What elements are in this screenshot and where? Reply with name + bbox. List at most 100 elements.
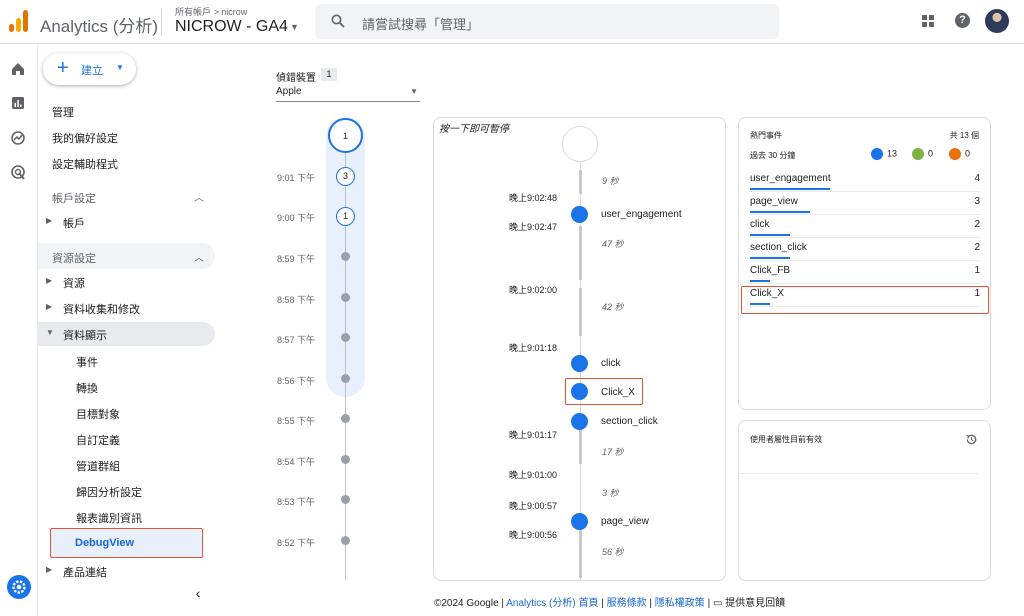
caret-down-icon[interactable]: ▼ <box>290 22 299 32</box>
nav-debugview[interactable]: DebugView <box>50 528 203 558</box>
user-properties-title: 使用者屬性目前有效 <box>750 435 822 444</box>
nav-conversions[interactable]: 轉換 <box>76 380 98 396</box>
property-settings-header[interactable]: 資源設定 ︿ <box>38 243 215 269</box>
top-event-row[interactable]: section_click 2 <box>750 238 980 261</box>
pause-hint: 按一下即可暫停 <box>439 124 509 135</box>
stream-event[interactable]: Click_X <box>601 387 635 398</box>
tree-item-data-collection[interactable]: ▶ 資料收集和修改 <box>38 296 215 320</box>
stream-event[interactable]: page_view <box>601 516 649 527</box>
nav-admin[interactable]: 管理 <box>52 104 74 120</box>
minute-dot[interactable] <box>341 536 350 545</box>
error-tally-value: 0 <box>965 148 971 159</box>
top-event-row[interactable]: click 2 <box>750 215 980 238</box>
nav-audiences[interactable]: 目標對象 <box>76 406 120 422</box>
tree-item-account[interactable]: ▶ 帳戶 <box>38 210 215 234</box>
debug-device-count: 1 <box>321 68 337 81</box>
tree-item-product-links[interactable]: ▶ 產品連結 <box>38 559 215 583</box>
stream-gap-label: 42 秒 <box>602 302 624 312</box>
debug-device-select[interactable]: Apple ▼ <box>276 84 420 102</box>
copyright: ©2024 Google | <box>434 598 507 609</box>
divider <box>739 473 979 474</box>
app-title: Analytics (分析) <box>40 17 159 36</box>
top-events-range: 過去 30 分鐘 <box>750 151 796 160</box>
minute-dot[interactable] <box>341 252 350 261</box>
top-event-row[interactable]: page_view 3 <box>750 192 980 215</box>
nav-channel-groups[interactable]: 管道群組 <box>76 458 120 474</box>
expand-arrow-icon: ▶ <box>46 276 53 285</box>
minute-time: 8:59 下午 <box>277 254 316 264</box>
nav-rail <box>0 45 38 616</box>
admin-sidebar: + 建立 ▼ 管理 我的偏好設定 設定輔助程式 帳戶設定 ︿ ▶ 帳戶 資源設定… <box>38 45 228 616</box>
account-settings-header[interactable]: 帳戶設定 ︿ <box>38 183 215 209</box>
minute-count[interactable]: 1 <box>336 207 355 226</box>
help-icon[interactable]: ? <box>955 13 970 28</box>
avatar[interactable] <box>985 9 1009 33</box>
error-tally: 0 <box>949 148 970 160</box>
event-icon <box>571 513 588 530</box>
minute-dot[interactable] <box>341 414 350 423</box>
debug-device-label: 偵錯裝置 <box>276 73 316 84</box>
footer-separator: | <box>646 598 655 609</box>
account-breadcrumb[interactable]: 所有帳戶 > nicrow <box>175 5 247 18</box>
caret-down-icon: ▼ <box>116 63 124 72</box>
terms-link[interactable]: 服務條款 <box>607 598 647 609</box>
stream-time: 晚上9:00:57 <box>508 501 557 511</box>
advertising-icon[interactable] <box>10 164 26 180</box>
collapse-arrow-icon: ▼ <box>46 328 54 337</box>
property-selector[interactable]: NICROW - GA4 <box>175 18 288 36</box>
top-event-row[interactable]: user_engagement 4 <box>750 169 980 192</box>
stream-event[interactable]: section_click <box>601 416 658 427</box>
minute-time: 9:00 下午 <box>277 213 316 223</box>
nav-setup-assistant[interactable]: 設定輔助程式 <box>52 156 118 172</box>
nav-events[interactable]: 事件 <box>76 354 98 370</box>
tree-item-data-display[interactable]: ▼ 資料顯示 <box>38 322 215 346</box>
minute-dot[interactable] <box>341 495 350 504</box>
history-icon[interactable] <box>965 433 978 446</box>
minute-time: 8:52 下午 <box>277 538 316 548</box>
top-event-row[interactable]: Click_FB 1 <box>750 261 980 284</box>
tree-item-property[interactable]: ▶ 資源 <box>38 270 215 294</box>
stream-event[interactable]: click <box>601 358 620 369</box>
privacy-link[interactable]: 隱私權政策 <box>655 598 705 609</box>
top-app-bar: Analytics (分析) 所有帳戶 > nicrow NICROW - GA… <box>0 0 1024 44</box>
top-event-name: section_click <box>750 242 807 253</box>
search-icon <box>331 14 345 28</box>
stream-time: 晚上9:02:47 <box>508 222 557 232</box>
minute-dot[interactable] <box>341 374 350 383</box>
section-label: 帳戶設定 <box>52 193 96 205</box>
header-divider <box>161 8 162 36</box>
tree-item-label: 帳戶 <box>63 218 85 230</box>
analytics-logo[interactable] <box>9 10 29 32</box>
seconds-stream-panel[interactable]: 按一下即可暫停 9 秒 晚上9:02:48 user_engagement 晚上… <box>433 117 726 581</box>
create-button[interactable]: + 建立 ▼ <box>43 53 136 85</box>
analytics-home-link[interactable]: Analytics (分析) 首頁 <box>506 598 598 609</box>
minute-current[interactable]: 1 <box>328 118 363 153</box>
search-input[interactable]: 請嘗試搜尋「管理」 <box>315 4 779 39</box>
feedback-link[interactable]: 提供意見回饋 <box>725 598 785 609</box>
nav-reporting-identity[interactable]: 報表識別資訊 <box>76 510 142 526</box>
top-event-name: page_view <box>750 196 798 207</box>
minute-dot[interactable] <box>341 293 350 302</box>
reports-icon[interactable] <box>10 95 26 111</box>
minute-dot[interactable] <box>341 455 350 464</box>
gear-icon <box>12 580 26 594</box>
explore-icon[interactable] <box>10 130 26 146</box>
nav-custom-definitions[interactable]: 自訂定義 <box>76 432 120 448</box>
tree-item-label: 資料收集和修改 <box>63 304 140 316</box>
nav-attribution-settings[interactable]: 歸因分析設定 <box>76 484 142 500</box>
stream-time: 晚上9:01:18 <box>508 343 557 353</box>
minute-dot[interactable] <box>341 333 350 342</box>
chevron-up-icon: ︿ <box>194 253 204 264</box>
nav-preferences[interactable]: 我的偏好設定 <box>52 130 118 146</box>
home-icon[interactable] <box>10 61 26 77</box>
stream-segment <box>579 528 582 578</box>
minute-count[interactable]: 3 <box>336 167 355 186</box>
conversion-tally: 0 <box>912 148 933 160</box>
settings-icon[interactable] <box>7 575 31 599</box>
apps-icon[interactable] <box>921 14 935 28</box>
minute-time: 8:55 下午 <box>277 416 316 426</box>
stream-time: 晚上9:01:00 <box>508 470 557 480</box>
stream-event[interactable]: user_engagement <box>601 209 682 220</box>
stream-time: 晚上9:01:17 <box>508 430 557 440</box>
collapse-sidebar-icon[interactable]: ‹ <box>190 585 206 601</box>
